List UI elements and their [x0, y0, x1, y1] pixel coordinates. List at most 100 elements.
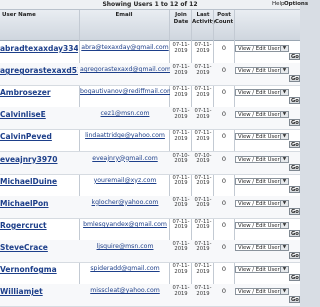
table-row: MichaelPon kglocher@yahoo.com 07-11-2019 07…	[0, 195, 300, 219]
email-link[interactable]: misscleat@yahoo.com	[80, 287, 170, 294]
column-header-email[interactable]: Email	[80, 12, 168, 19]
go-button[interactable]: Go	[289, 274, 300, 281]
table-row: agregorastexaxd5113agregorastexaxd@gmail…	[0, 63, 300, 87]
post-count: 0	[221, 66, 227, 75]
user-action-select[interactable]: View / Edit User ▼	[235, 199, 289, 207]
last-activity-date: 07-11-2019	[194, 108, 212, 120]
go-button[interactable]: Go	[289, 97, 300, 105]
email-link[interactable]: bogautivanov@rediffmail.com	[80, 88, 170, 95]
chevron-down-icon: ▼	[280, 178, 288, 184]
table-row: SteveCrace ljsquire@msn.com 07-11-2019 07-1…	[0, 239, 300, 263]
user-name-link[interactable]: Rogercruct	[0, 221, 78, 230]
column-header-post-count[interactable]: Post Count	[214, 12, 234, 25]
user-action-select[interactable]: View / Edit User ▼	[235, 288, 289, 296]
email-link[interactable]: cez1@msn.com	[80, 110, 170, 117]
go-button[interactable]: Go	[289, 207, 300, 215]
user-name-link[interactable]: CalvinPeved	[0, 132, 78, 141]
user-name-link[interactable]: agregorastexaxd5113	[0, 66, 78, 75]
user-action-select[interactable]: View / Edit User ▼	[235, 111, 289, 119]
user-name-link[interactable]: CalvinliseE	[0, 110, 78, 119]
user-action-select[interactable]: View / Edit User ▼	[235, 155, 289, 163]
last-activity-date: 07-11-2019	[194, 285, 212, 297]
join-date: 07-11-2019	[172, 64, 190, 76]
user-action-select-value: View / Edit User	[238, 90, 280, 97]
join-date: 07-11-2019	[172, 240, 190, 253]
email-link[interactable]: ljsquire@msn.com	[80, 243, 170, 250]
join-date: 07-11-2019	[172, 174, 190, 187]
column-header-user-name[interactable]: User Name	[0, 12, 80, 19]
table-title-bar: Showing Users 1 to 12 of 12 Help Options	[0, 0, 308, 10]
chevron-down-icon: ▼	[280, 200, 288, 206]
user-action-select[interactable]: View / Edit User ▼	[235, 67, 289, 75]
chevron-down-icon: ▼	[280, 267, 288, 272]
user-name-link[interactable]: abradtexaxday3340	[0, 44, 78, 53]
email-link[interactable]: kglocher@yahoo.com	[80, 199, 170, 206]
table-row: MichaelDuine youremail@xyz.com 07-11-2019 0…	[0, 174, 300, 197]
user-name-link[interactable]: eveajnry3970	[0, 155, 78, 164]
last-activity-date: 07-11-2019	[194, 86, 212, 98]
go-button[interactable]: Go	[289, 229, 300, 237]
user-action-select-value: View / Edit User	[238, 46, 280, 52]
user-action-select[interactable]: View / Edit User ▼	[235, 243, 289, 251]
chevron-down-icon: ▼	[280, 68, 288, 74]
email-link[interactable]: lindaattridge@yahoo.com	[80, 132, 170, 139]
table-row: CalvinliseE cez1@msn.com 07-11-2019 07-11-2…	[0, 107, 300, 131]
user-name-link[interactable]: MichaelDuine	[0, 177, 78, 186]
user-action-select-value: View / Edit User	[238, 267, 280, 273]
user-action-select[interactable]: View / Edit User ▼	[235, 177, 289, 185]
user-action-select[interactable]: View / Edit User ▼	[235, 45, 289, 52]
last-activity-date: 07-11-2019	[194, 64, 212, 76]
email-link[interactable]: spideradd@gmail.com	[80, 265, 170, 272]
user-action-select-value: View / Edit User	[238, 134, 280, 141]
post-count: 0	[221, 220, 227, 229]
chevron-down-icon: ▼	[280, 244, 288, 250]
user-name-link[interactable]: Vernonfogma	[0, 265, 78, 274]
table-row: Vernonfogma spideradd@gmail.com 07-11-2019…	[0, 262, 300, 286]
post-count: 0	[221, 110, 227, 119]
table-header: User Name Email Join Date Last Activity …	[0, 10, 300, 41]
user-name-link[interactable]: Williamjet	[0, 287, 78, 296]
join-date: 07-11-2019	[172, 263, 190, 275]
last-activity-date: 07-11-2019	[194, 130, 212, 142]
post-count: 0	[221, 287, 227, 296]
email-link[interactable]: abra@texaxday@gmail.com	[80, 44, 170, 51]
join-date: 07-10-2019	[172, 152, 190, 165]
post-count: 0	[221, 265, 227, 273]
email-link[interactable]: bmlesgyandex@gmail.com	[80, 221, 170, 228]
post-count: 0	[221, 88, 227, 97]
post-count: 0	[221, 242, 227, 251]
table-row: Ambrosezer bogautivanov@rediffmail.com 07-…	[0, 85, 300, 109]
go-button[interactable]: Go	[289, 141, 300, 149]
last-activity-date: 07-11-2019	[194, 263, 212, 275]
last-activity-date: 07-11-2019	[194, 174, 212, 187]
go-button[interactable]: Go	[289, 53, 300, 60]
options-link[interactable]: Options	[284, 0, 308, 9]
email-link[interactable]: youremail@xyz.com	[80, 177, 170, 184]
chevron-down-icon: ▼	[280, 222, 288, 228]
go-button[interactable]: Go	[289, 119, 300, 127]
user-action-select-value: View / Edit User	[238, 112, 280, 119]
go-button[interactable]: Go	[289, 185, 300, 193]
table-row: abradtexaxday3340 abra@texaxday@gmail.com…	[0, 41, 300, 65]
column-header-last-activity[interactable]: Last Activity	[192, 12, 216, 25]
user-action-select[interactable]: View / Edit User ▼	[235, 133, 289, 141]
help-link[interactable]: Help	[272, 0, 285, 9]
go-button[interactable]: Go	[289, 251, 300, 259]
join-date: 07-11-2019	[172, 130, 190, 142]
last-activity-date: 07-11-2019	[194, 196, 212, 209]
email-link[interactable]: agregorastexaxd@gmail.com	[80, 66, 170, 73]
column-header-join-date[interactable]: Join Date	[170, 12, 192, 25]
user-name-link[interactable]: MichaelPon	[0, 199, 78, 208]
go-button[interactable]: Go	[289, 163, 300, 171]
users-table: User Name Email Join Date Last Activity …	[0, 10, 300, 307]
join-date: 07-11-2019	[172, 42, 190, 54]
user-name-link[interactable]: Ambrosezer	[0, 88, 78, 97]
user-action-select[interactable]: View / Edit User ▼	[235, 89, 289, 97]
user-action-select[interactable]: View / Edit User ▼	[235, 266, 289, 273]
go-button[interactable]: Go	[289, 75, 300, 83]
last-activity-date: 07-11-2019	[194, 218, 212, 231]
email-link[interactable]: eveajnry@gmail.com	[80, 155, 170, 162]
chevron-down-icon: ▼	[280, 90, 288, 96]
user-name-link[interactable]: SteveCrace	[0, 243, 78, 252]
user-action-select[interactable]: View / Edit User ▼	[235, 221, 289, 229]
